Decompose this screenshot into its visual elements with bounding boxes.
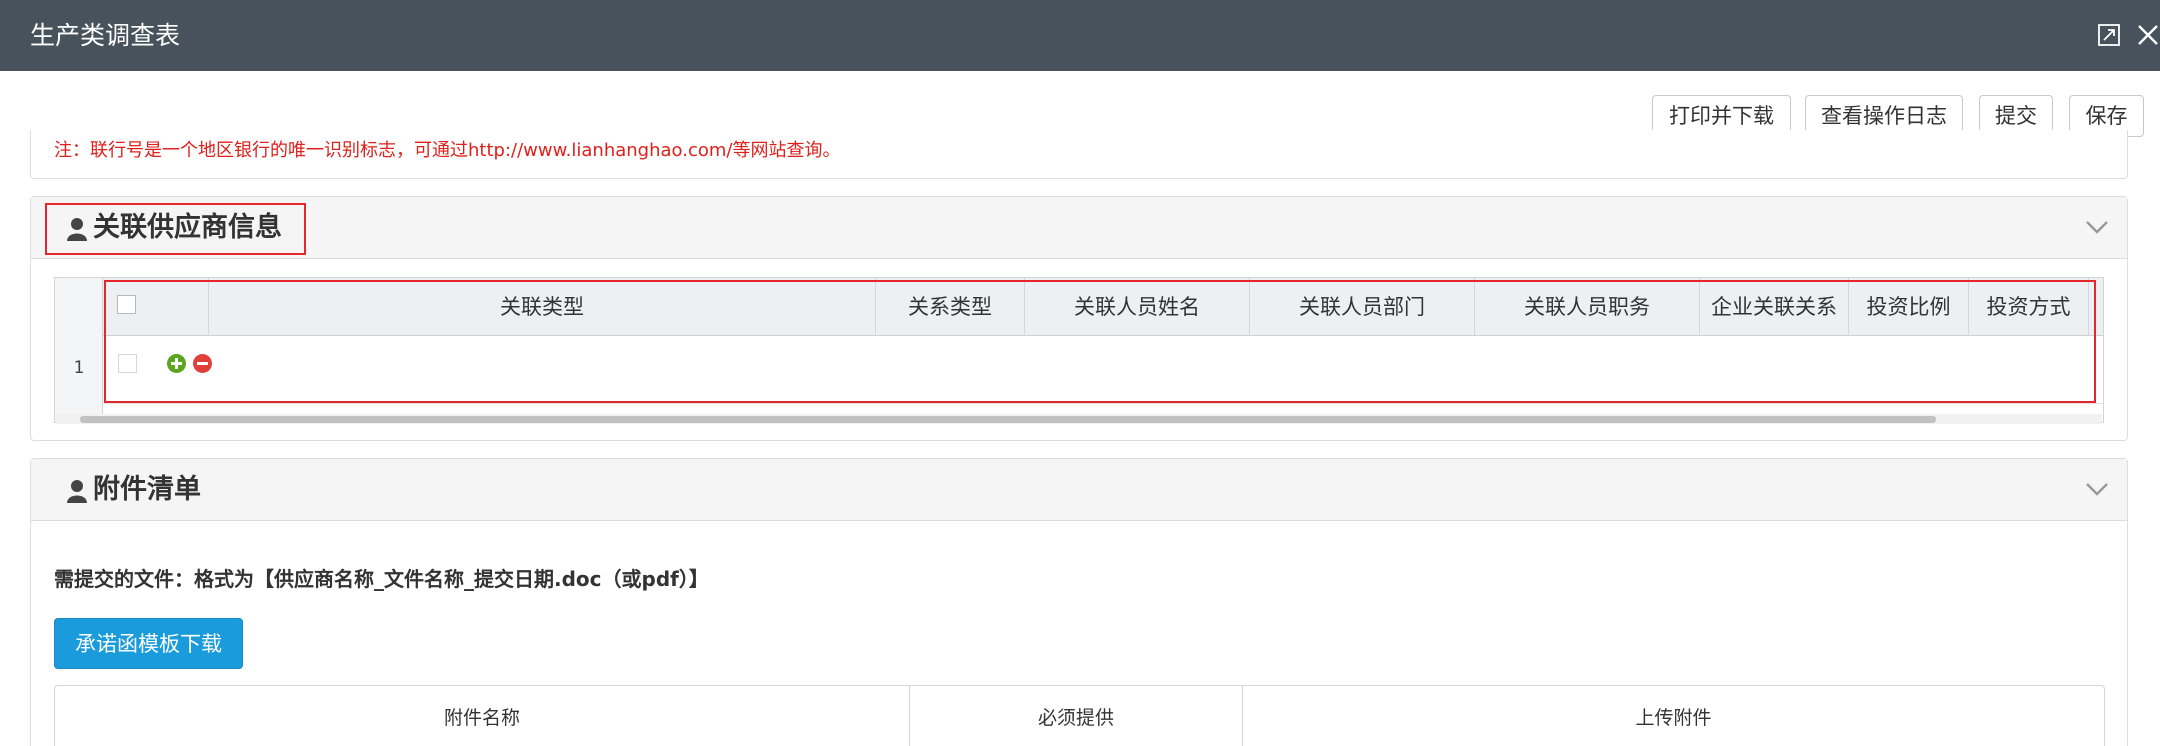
highlight-box-grid: [104, 280, 2096, 403]
bank-code-notice: 注：联行号是一个地区银行的唯一识别标志，可通过http://www.lianha…: [54, 140, 841, 161]
chevron-down-icon[interactable]: [2085, 479, 2109, 499]
column-header: 必须提供: [910, 686, 1243, 746]
scrollbar-thumb[interactable]: [80, 416, 1936, 423]
window-title: 生产类调查表: [30, 21, 181, 50]
column-header: 附件名称: [55, 686, 910, 746]
maximize-icon[interactable]: [2098, 24, 2120, 46]
attachment-title: 附件清单: [93, 474, 201, 505]
attachment-panel-header[interactable]: 附件清单: [31, 459, 2127, 521]
window-titlebar: 生产类调查表: [0, 0, 2160, 71]
highlight-box-title: [45, 203, 306, 255]
close-icon[interactable]: [2136, 22, 2160, 48]
row-number-column: 1: [55, 278, 103, 422]
column-header: 上传附件: [1635, 707, 1712, 729]
related-supplier-panel-header[interactable]: 关联供应商信息: [31, 197, 2127, 259]
chevron-down-icon[interactable]: [2085, 217, 2109, 237]
row-number: 1: [73, 358, 85, 378]
horizontal-scrollbar[interactable]: [56, 414, 2102, 424]
user-icon: [67, 480, 87, 503]
attachment-table: 附件名称 必须提供 上传附件: [54, 685, 2105, 746]
file-requirement-text: 需提交的文件：格式为【供应商名称_文件名称_提交日期.doc（或pdf）】: [54, 567, 709, 591]
template-download-button[interactable]: 承诺函模板下载: [54, 618, 243, 669]
